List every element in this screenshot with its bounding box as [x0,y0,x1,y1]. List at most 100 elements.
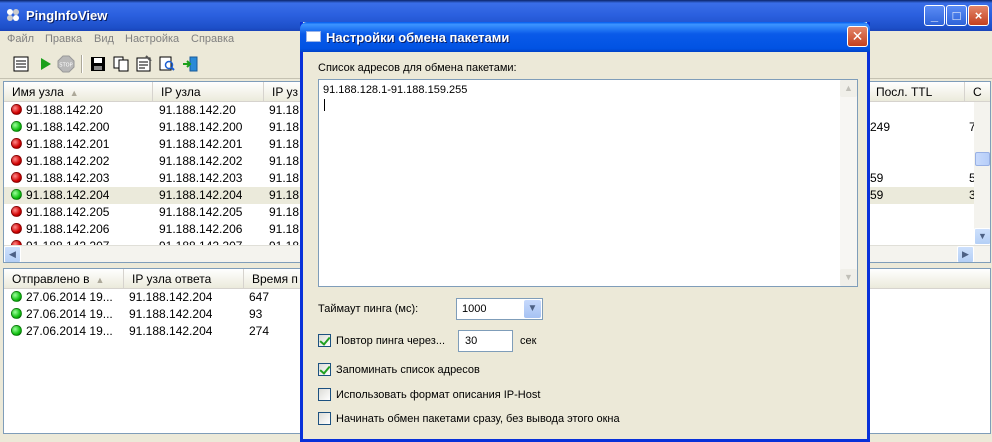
menu-help[interactable]: Справка [191,33,234,45]
status-green-icon [11,325,22,336]
repeat-label[interactable]: Повтор пинга через... [336,335,445,347]
list-icon[interactable] [11,54,31,74]
address-list-value: 91.188.128.1-91.188.159.255 [323,84,468,96]
host-ip-cell: 91.188.142.205 [159,205,243,219]
host-name-cell: 91.188.142.202 [11,154,109,168]
status-green-icon [11,308,22,319]
status-green-icon [11,291,22,302]
host-ip-cell: 91.188.142.202 [159,154,243,168]
ip-partial-cell: 91.18 [269,137,300,151]
ping-options-dialog: Настройки обмена пакетами ✕ Список адрес… [300,22,870,442]
col-reply-ip[interactable]: IP узла ответа [124,269,244,289]
scroll-up-button[interactable]: ▲ [840,80,857,97]
host-name-cell: 91.188.142.206 [11,222,109,236]
menu-view[interactable]: Вид [94,33,114,45]
col-extra[interactable]: С [965,82,990,102]
scroll-left-button[interactable]: ◀ [4,246,21,262]
status-green-icon [11,121,22,132]
menu-edit[interactable]: Правка [45,33,82,45]
vscroll-thumb[interactable] [975,152,990,166]
status-red-icon [11,138,22,149]
chevron-down-icon[interactable]: ▼ [524,300,541,318]
ip-partial-cell: 91.18 [269,154,300,168]
stop-icon[interactable]: STOP [56,54,76,74]
sent-at-cell: 27.06.2014 19... [11,307,113,321]
sort-asc-icon: ▲ [69,88,79,98]
properties-icon[interactable] [134,54,154,74]
last-ttl-cell: 59 [870,188,884,202]
host-name-cell: 91.188.142.200 [11,120,109,134]
remember-list-label[interactable]: Запоминать список адресов [336,364,480,376]
col-sent-at[interactable]: Отправлено в ▲ [4,269,124,289]
scroll-down-button[interactable]: ▼ [974,228,990,245]
col-host-name[interactable]: Имя узла ▲ [4,82,153,102]
timeout-value: 1000 [462,303,487,315]
status-red-icon [11,155,22,166]
start-immediately-checkbox[interactable] [318,412,331,425]
find-icon[interactable] [157,54,177,74]
repeat-interval-input[interactable]: 30 [458,330,513,352]
col-response-time[interactable]: Время п [244,269,304,289]
col-ip-partial[interactable]: IP уз [264,82,304,102]
text-caret [324,99,325,111]
menu-file[interactable]: Файл [7,33,34,45]
close-button[interactable]: × [968,5,989,26]
host-ip-cell: 91.188.142.204 [159,188,243,202]
address-list-scrollbar[interactable]: ▲ ▼ [840,80,857,286]
ip-partial-cell: 91.18 [269,205,300,219]
ip-partial-cell: 91.18 [269,171,300,185]
save-icon[interactable] [88,54,108,74]
repeat-unit-label: сек [520,335,537,347]
last-ttl-cell: 59 [870,171,884,185]
window-title: PingInfoView [26,8,108,23]
window-icon [306,31,321,42]
maximize-button[interactable]: □ [946,5,967,26]
ip-partial-cell: 91.18 [269,222,300,236]
iphost-format-checkbox[interactable] [318,388,331,401]
exit-icon[interactable] [180,54,200,74]
reply-ip-cell: 91.188.142.204 [129,307,213,321]
host-name-cell: 91.188.142.201 [11,137,109,151]
response-time-cell: 274 [249,324,270,338]
timeout-label: Таймаут пинга (мс): [318,303,419,315]
response-time-cell: 93 [249,307,263,321]
repeat-checkbox[interactable] [318,334,331,347]
remember-list-checkbox[interactable] [318,363,331,376]
sent-at-cell: 27.06.2014 19... [11,290,113,304]
dialog-title-bar[interactable]: Настройки обмена пакетами ✕ [300,22,870,52]
menu-settings[interactable]: Настройка [125,33,179,45]
status-green-icon [11,189,22,200]
ip-partial-cell: 91.18 [269,103,300,117]
scroll-down-button[interactable]: ▼ [840,269,857,286]
host-name-cell: 91.188.142.205 [11,205,109,219]
copy-icon[interactable] [111,54,131,74]
repeat-interval-value: 30 [465,335,478,347]
reply-ip-cell: 91.188.142.204 [129,324,213,338]
sent-at-cell: 27.06.2014 19... [11,324,113,338]
toolbar-separator [81,55,83,73]
response-time-cell: 647 [249,290,270,304]
play-icon[interactable] [35,54,55,74]
address-list-label: Список адресов для обмена пакетами: [318,62,517,74]
host-ip-cell: 91.188.142.203 [159,171,243,185]
ip-partial-cell: 91.18 [269,188,300,202]
start-immediately-label[interactable]: Начинать обмен пакетами сразу, без вывод… [336,413,620,425]
col-host-ip[interactable]: IP узла [153,82,264,102]
host-ip-cell: 91.188.142.206 [159,222,243,236]
host-ip-cell: 91.188.142.201 [159,137,243,151]
scroll-right-button[interactable]: ▶ [957,246,974,262]
status-red-icon [11,223,22,234]
minimize-button[interactable]: _ [924,5,945,26]
close-icon: ✕ [851,28,864,44]
iphost-format-label[interactable]: Использовать формат описания IP-Host [336,389,540,401]
status-red-icon [11,172,22,183]
dialog-title: Настройки обмена пакетами [326,30,510,45]
host-name-cell: 91.188.142.204 [11,188,109,202]
col-last-ttl[interactable]: Посл. TTL [868,82,965,102]
timeout-combobox[interactable]: 1000 ▼ [456,298,543,320]
host-name-cell: 91.188.142.203 [11,171,109,185]
ip-partial-cell: 91.18 [269,120,300,134]
address-list-textarea[interactable]: 91.188.128.1-91.188.159.255 ▲ ▼ [318,79,858,287]
dialog-close-button[interactable]: ✕ [847,26,868,47]
ping-hosts-vscroll[interactable]: ▼ [974,102,990,245]
